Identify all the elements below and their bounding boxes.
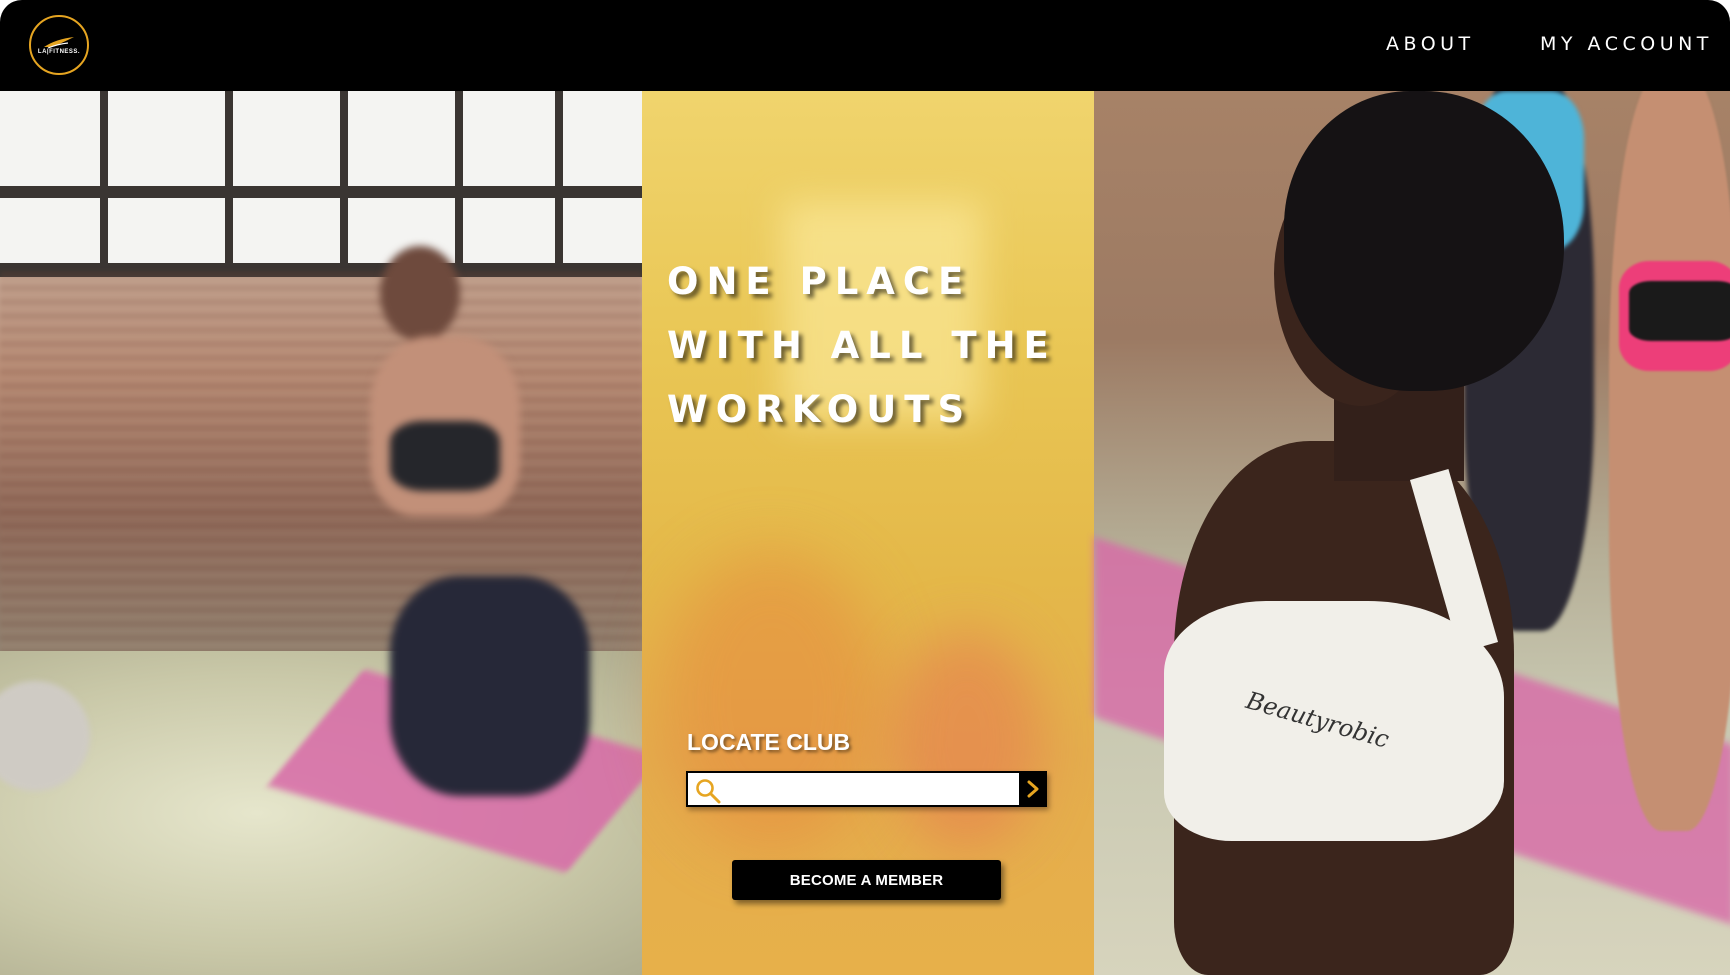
hero-photo-right: Beautyrobic [1094, 91, 1730, 975]
hero-center-panel [642, 91, 1094, 975]
hero-photo-left [0, 91, 663, 975]
headline-line-1: ONE PLACE [667, 260, 972, 303]
chevron-right-icon [1027, 780, 1039, 798]
top-navigation-bar: LA|FITNESS. ABOUT MY ACCOUNT [0, 0, 1730, 91]
logo-text: LA|FITNESS. [37, 49, 81, 55]
hero-section: Beautyrobic [0, 91, 1730, 975]
search-submit-button[interactable] [1019, 771, 1047, 807]
kneeling-woman [360, 246, 620, 806]
app-window: LA|FITNESS. ABOUT MY ACCOUNT Beautyrobic… [0, 0, 1730, 975]
club-search-input[interactable] [724, 775, 1018, 805]
club-search-form [686, 771, 1047, 807]
page: LA|FITNESS. ABOUT MY ACCOUNT Beautyrobic… [0, 0, 1730, 975]
hero-headline: ONE PLACE WITH ALL THE WORKOUTS [667, 250, 1087, 442]
woman-in-sports-bra: Beautyrobic [1134, 91, 1564, 975]
search-icon [696, 779, 721, 804]
club-search-box [686, 771, 1021, 807]
background-person [1609, 91, 1730, 831]
la-fitness-logo[interactable]: LA|FITNESS. [29, 15, 89, 75]
nav-my-account-link[interactable]: MY ACCOUNT [1540, 33, 1713, 55]
headline-line-2: WITH ALL THE [667, 324, 1057, 367]
headline-line-3: WORKOUTS [667, 388, 973, 431]
locate-club-label: LOCATE CLUB [687, 729, 851, 755]
nav-about-link[interactable]: ABOUT [1386, 33, 1475, 55]
become-member-button[interactable]: BECOME A MEMBER [732, 860, 1001, 900]
